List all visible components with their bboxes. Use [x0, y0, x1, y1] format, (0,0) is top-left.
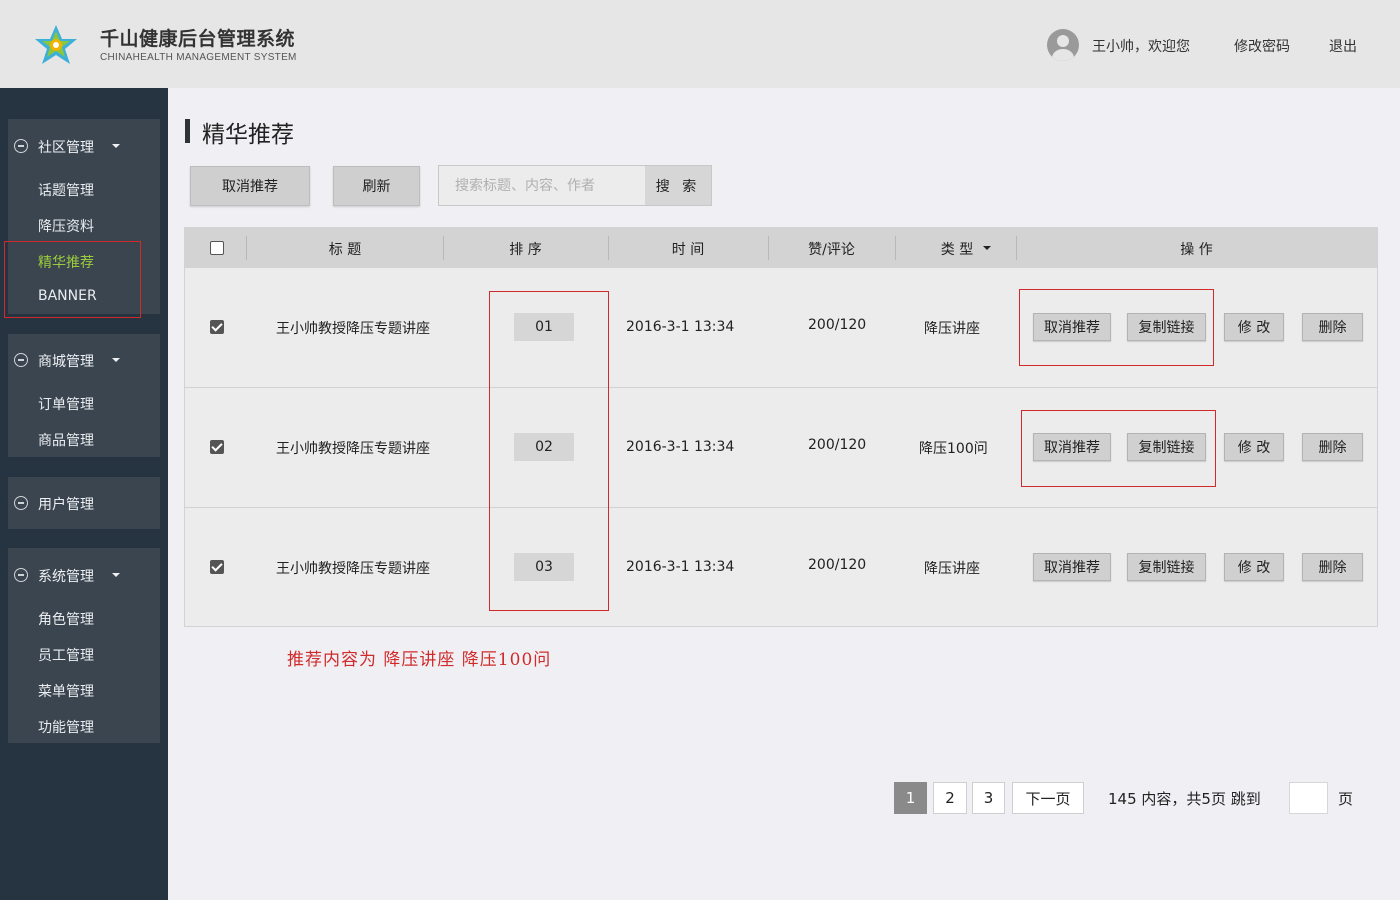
chevron-down-icon	[112, 358, 120, 362]
sidebar-item-products[interactable]: 商品管理	[38, 430, 94, 450]
edit-button[interactable]: 修 改	[1224, 313, 1284, 341]
delete-button[interactable]: 删除	[1302, 313, 1363, 341]
sidebar-item-topics[interactable]: 话题管理	[38, 180, 94, 200]
next-page-button[interactable]: 下一页	[1012, 782, 1084, 814]
col-type[interactable]: 类 型	[927, 239, 987, 259]
row-title: 王小帅教授降压专题讲座	[276, 561, 430, 577]
jump-page-input[interactable]	[1289, 782, 1328, 814]
row-type: 降压讲座	[924, 561, 980, 577]
menu-icon	[14, 139, 28, 153]
search-input[interactable]	[439, 166, 645, 205]
pagination-suffix: 页	[1338, 790, 1354, 808]
highlight-box	[4, 241, 141, 318]
sidebar-item-materials[interactable]: 降压资料	[38, 216, 94, 236]
sidebar-group-system: 系统管理 角色管理 员工管理 菜单管理 功能管理	[8, 548, 160, 743]
sidebar: 社区管理 话题管理 降压资料 精华推荐 BANNER 商城管理 订单管理 商品管…	[0, 88, 168, 900]
sidebar-group-mall-header[interactable]: 商城管理	[8, 347, 160, 373]
search-button[interactable]: 搜 索	[645, 166, 711, 205]
sidebar-group-label: 用户管理	[38, 497, 94, 513]
row-likes: 200/120	[808, 557, 867, 573]
avatar[interactable]	[1047, 29, 1079, 61]
app-title: 千山健康后台管理系统	[100, 28, 296, 50]
row-type: 降压讲座	[924, 321, 980, 337]
row-time: 2016-3-1 13:34	[626, 439, 735, 455]
row-title: 王小帅教授降压专题讲座	[276, 321, 430, 337]
row-likes: 200/120	[808, 437, 867, 453]
chevron-down-icon[interactable]	[983, 246, 991, 250]
select-all-checkbox[interactable]	[210, 241, 224, 255]
menu-icon	[14, 353, 28, 367]
search-box: 搜 索	[438, 165, 712, 206]
sidebar-group-users[interactable]: 用户管理	[8, 477, 160, 529]
welcome-text: 王小帅，欢迎您	[1092, 39, 1190, 55]
sidebar-group-system-header[interactable]: 系统管理	[8, 562, 160, 588]
order-highlight-box	[489, 291, 609, 611]
page-button-2[interactable]: 2	[933, 782, 967, 814]
menu-icon	[14, 496, 28, 510]
row-checkbox[interactable]	[210, 320, 224, 334]
row-time: 2016-3-1 13:34	[626, 559, 735, 575]
chevron-down-icon	[112, 573, 120, 577]
sidebar-item-roles[interactable]: 角色管理	[38, 609, 94, 629]
sidebar-group-users-header[interactable]: 用户管理	[8, 490, 160, 516]
delete-button[interactable]: 删除	[1302, 553, 1363, 581]
action-highlight-box	[1021, 410, 1216, 487]
sidebar-item-orders[interactable]: 订单管理	[38, 394, 94, 414]
menu-icon	[14, 568, 28, 582]
sidebar-item-menus[interactable]: 菜单管理	[38, 681, 94, 701]
edit-button[interactable]: 修 改	[1224, 433, 1284, 461]
col-order: 排 序	[509, 242, 542, 258]
col-time: 时 间	[671, 242, 705, 258]
change-password-link[interactable]: 修改密码	[1234, 36, 1290, 56]
cancel-recommend-button[interactable]: 取消推荐	[190, 166, 310, 206]
table-row: 王小帅教授降压专题讲座 03 2016-3-1 13:34 200/120 降压…	[185, 508, 1377, 628]
delete-button[interactable]: 删除	[1302, 433, 1363, 461]
logo-icon	[35, 25, 77, 64]
column-divider	[895, 236, 896, 260]
sidebar-group-mall: 商城管理 订单管理 商品管理	[8, 334, 160, 457]
sidebar-group-community-header[interactable]: 社区管理	[8, 133, 160, 159]
edit-button[interactable]: 修 改	[1224, 553, 1284, 581]
table-header: 标 题 排 序 时 间 赞/评论 类 型 操 作	[185, 228, 1377, 268]
row-checkbox[interactable]	[210, 560, 224, 574]
chevron-down-icon	[112, 144, 120, 148]
page-title: 精华推荐	[202, 122, 294, 148]
title-accent-bar	[185, 119, 190, 143]
pagination-summary: 145 内容，共5页 跳到	[1108, 790, 1261, 808]
sidebar-group-label: 社区管理	[38, 140, 94, 156]
action-highlight-box	[1019, 289, 1214, 366]
row-time: 2016-3-1 13:34	[626, 319, 735, 335]
page-button-1[interactable]: 1	[894, 782, 927, 814]
row-type: 降压100问	[919, 441, 988, 457]
col-title: 标 题	[328, 242, 362, 258]
top-header: 千山健康后台管理系统 CHINAHEALTH MANAGEMENT SYSTEM…	[0, 0, 1400, 88]
sidebar-item-functions[interactable]: 功能管理	[38, 717, 94, 737]
col-actions: 操 作	[1180, 242, 1213, 258]
row-title: 王小帅教授降压专题讲座	[276, 441, 430, 457]
annotation-note: 推荐内容为 降压讲座 降压100问	[287, 650, 552, 670]
sidebar-group-label: 商城管理	[38, 354, 94, 370]
app-subtitle: CHINAHEALTH MANAGEMENT SYSTEM	[100, 52, 297, 63]
col-likes: 赞/评论	[808, 242, 855, 258]
refresh-button[interactable]: 刷新	[333, 166, 420, 206]
row-likes: 200/120	[808, 317, 867, 333]
cancel-recommend-button[interactable]: 取消推荐	[1033, 553, 1111, 581]
logout-link[interactable]: 退出	[1329, 36, 1357, 56]
sidebar-group-label: 系统管理	[38, 569, 94, 585]
page-button-3[interactable]: 3	[972, 782, 1005, 814]
copy-link-button[interactable]: 复制链接	[1127, 553, 1206, 581]
row-checkbox[interactable]	[210, 440, 224, 454]
sidebar-item-staff[interactable]: 员工管理	[38, 645, 94, 665]
